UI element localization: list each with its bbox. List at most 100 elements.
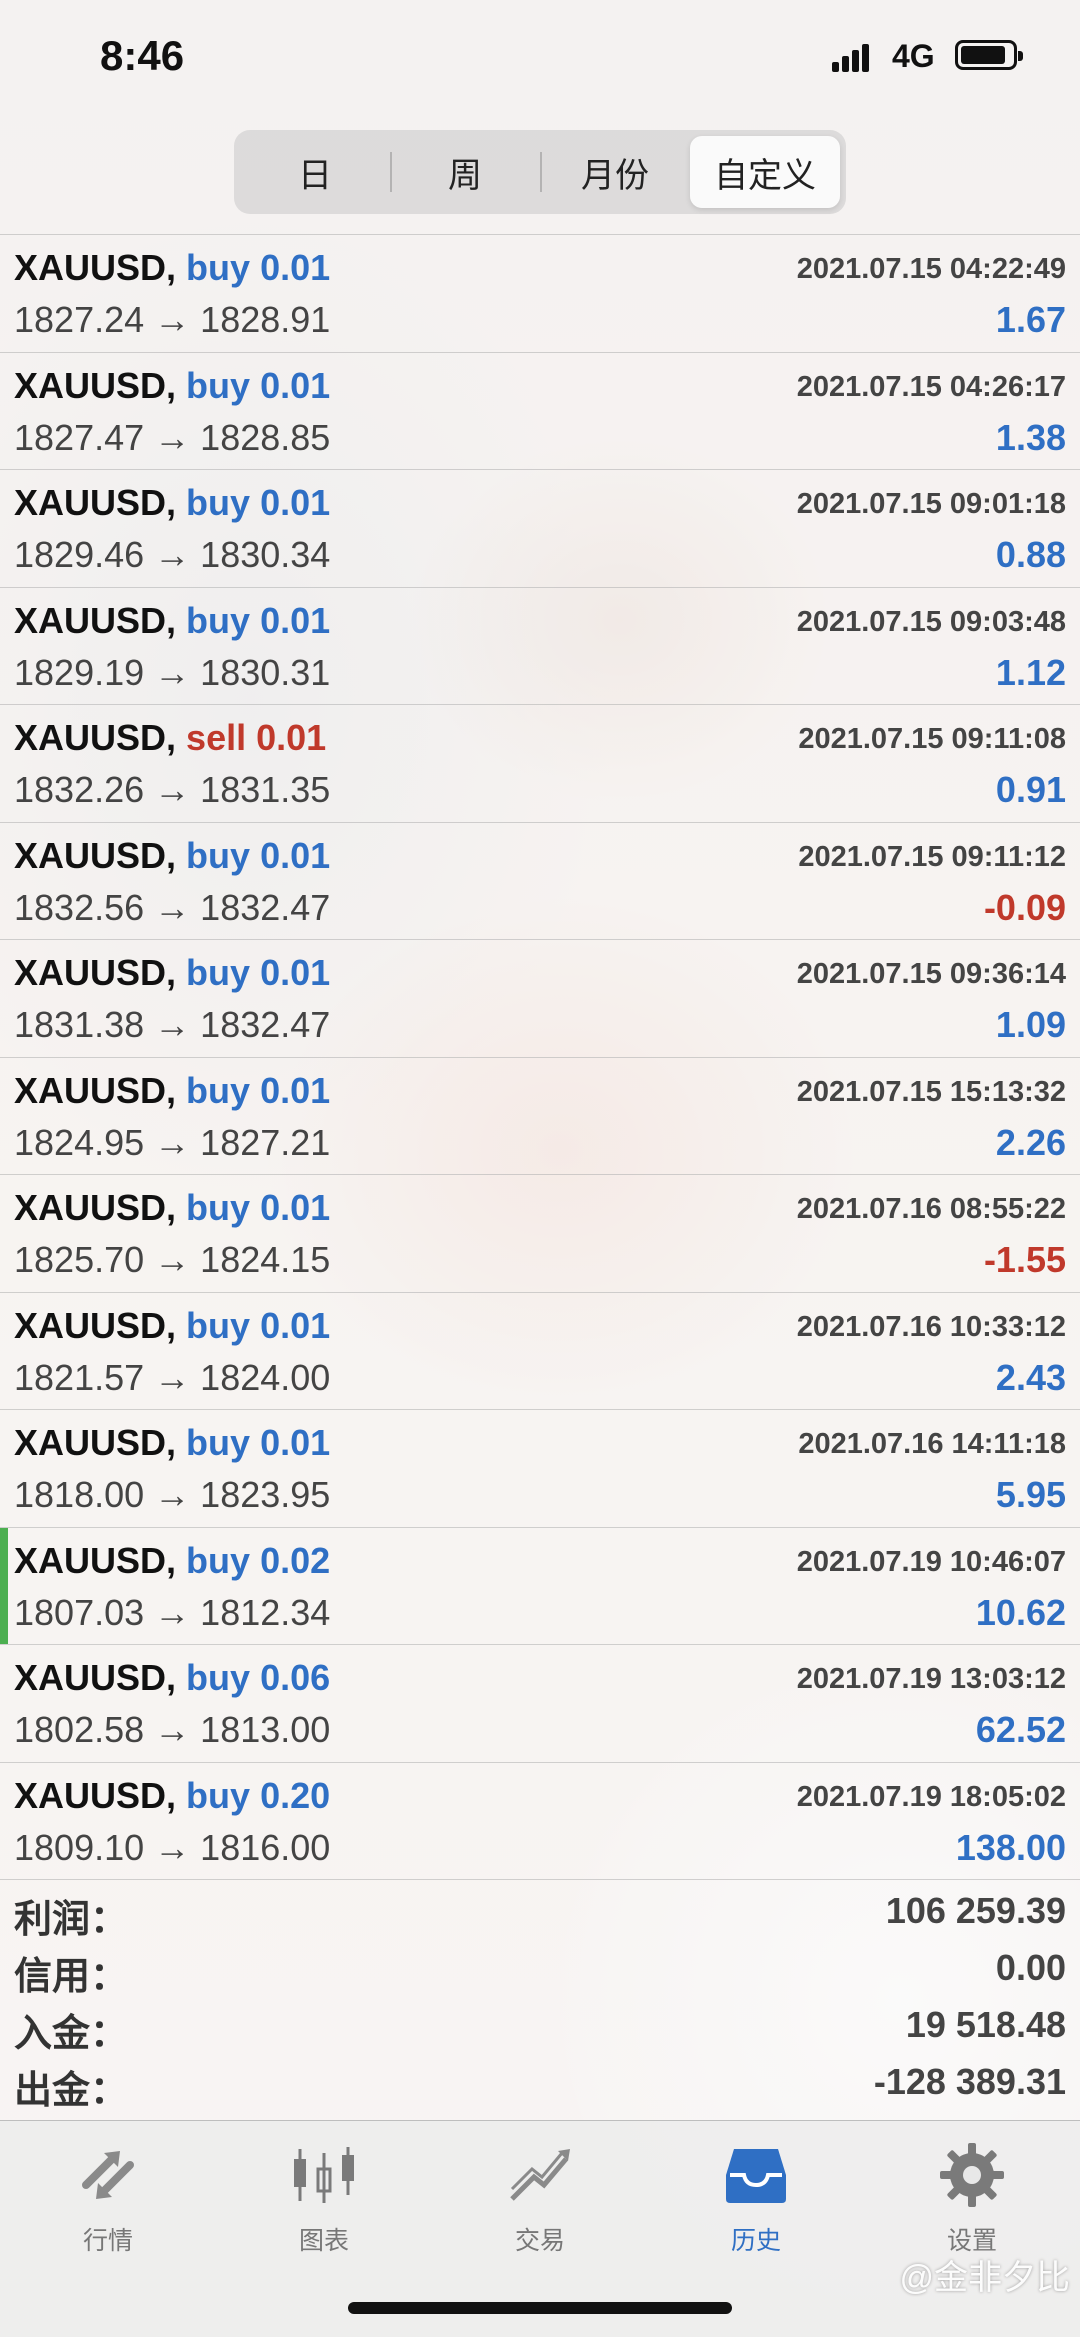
trade-profit: 2.43 bbox=[995, 1356, 1066, 1398]
trade-volume: 0.01 bbox=[260, 1187, 331, 1228]
arrow-icon: → bbox=[154, 1591, 191, 1633]
tab-label: 交易 bbox=[514, 2227, 565, 2255]
summary-value: 106 259.39 bbox=[885, 1890, 1066, 1931]
trade-prices: 1827.24 → 1828.91 bbox=[14, 299, 330, 341]
trade-symbol-line: XAUUSD, buy 0.02 bbox=[14, 1540, 330, 1582]
trade-side: buy bbox=[186, 599, 251, 641]
trade-row[interactable]: XAUUSD, buy 0.01 2021.07.15 09:11:12 1832.… bbox=[0, 823, 1080, 940]
trade-row[interactable]: XAUUSD, buy 0.20 2021.07.19 18:05:02 1809.… bbox=[0, 1763, 1080, 1880]
close-price: 1827.21 bbox=[200, 1121, 331, 1163]
arrow-icon: → bbox=[154, 1709, 191, 1750]
tab-history[interactable]: 历史 bbox=[686, 2139, 826, 2269]
trade-symbol: XAUUSD, bbox=[14, 1187, 177, 1228]
arrow-icon: → bbox=[154, 1356, 191, 1398]
trade-prices: 1807.03 → 1812.34 bbox=[14, 1592, 330, 1634]
history-inbox-icon bbox=[726, 2149, 786, 2203]
trade-prices: 1825.70 → 1824.15 bbox=[14, 1239, 330, 1281]
signal-icon bbox=[832, 44, 872, 72]
trade-profit: 62.52 bbox=[975, 1709, 1066, 1750]
trade-date: 2021.07.15 15:13:32 bbox=[796, 1075, 1066, 1108]
arrow-icon: → bbox=[154, 651, 191, 693]
trade-row[interactable]: XAUUSD, buy 0.01 2021.07.16 10:33:12 1821.… bbox=[0, 1293, 1080, 1410]
trade-row[interactable]: XAUUSD, buy 0.06 2021.07.19 13:03:12 1802.… bbox=[0, 1645, 1080, 1763]
trade-side: buy bbox=[186, 1774, 251, 1816]
summary-label: 利润： bbox=[14, 1899, 129, 1941]
tab-trade[interactable]: 交易 bbox=[470, 2139, 610, 2269]
trade-row[interactable]: XAUUSD, sell 0.01 2021.07.15 09:11:08 1832… bbox=[0, 705, 1080, 823]
trade-side: buy bbox=[186, 1539, 251, 1581]
arrow-icon: → bbox=[154, 886, 191, 928]
gear-icon bbox=[940, 2143, 1004, 2207]
trade-prices: 1809.10 → 1816.00 bbox=[14, 1827, 330, 1869]
trade-profit: 2.26 bbox=[995, 1121, 1066, 1163]
trade-side: buy bbox=[186, 952, 251, 993]
trade-symbol: XAUUSD, bbox=[14, 599, 177, 641]
period-tab-week[interactable]: 周 bbox=[390, 136, 540, 208]
quotes-arrows-icon bbox=[82, 2151, 134, 2199]
summary-row-credit: 信用： 0.00 bbox=[0, 1939, 1080, 1998]
open-price: 1824.95 bbox=[14, 1121, 145, 1163]
arrow-icon: → bbox=[154, 416, 191, 458]
arrow-icon: → bbox=[154, 534, 191, 575]
home-indicator[interactable] bbox=[348, 2302, 732, 2314]
trade-volume: 0.01 bbox=[260, 1422, 331, 1463]
open-price: 1827.24 bbox=[14, 299, 145, 340]
trade-symbol: XAUUSD, bbox=[14, 1069, 177, 1111]
trade-row[interactable]: XAUUSD, buy 0.01 2021.07.15 04:26:17 1827.… bbox=[0, 353, 1080, 470]
open-price: 1827.47 bbox=[14, 416, 145, 458]
trade-side: buy bbox=[186, 1069, 251, 1111]
open-price: 1821.57 bbox=[14, 1356, 145, 1398]
close-price: 1828.91 bbox=[200, 299, 331, 340]
close-price: 1831.35 bbox=[200, 769, 331, 810]
arrow-icon: → bbox=[154, 299, 191, 340]
trade-row[interactable]: XAUUSD, buy 0.01 2021.07.15 15:13:32 1824.… bbox=[0, 1058, 1080, 1175]
trade-prices: 1821.57 → 1824.00 bbox=[14, 1357, 330, 1399]
trade-row[interactable]: XAUUSD, buy 0.02 2021.07.19 10:46:07 1807.… bbox=[0, 1527, 1080, 1645]
close-price: 1828.85 bbox=[200, 416, 331, 458]
trade-volume: 0.01 bbox=[260, 599, 331, 641]
trade-symbol-line: XAUUSD, buy 0.20 bbox=[14, 1775, 330, 1817]
trade-side: buy bbox=[186, 247, 251, 288]
trade-profit: 1.67 bbox=[995, 299, 1066, 340]
open-price: 1829.19 bbox=[14, 651, 145, 693]
trade-symbol-line: XAUUSD, buy 0.01 bbox=[14, 482, 330, 524]
status-time: 8:46 bbox=[100, 32, 185, 79]
trade-row[interactable]: XAUUSD, buy 0.01 2021.07.16 14:11:18 1818.… bbox=[0, 1410, 1080, 1528]
trade-side: buy bbox=[186, 1304, 251, 1346]
open-price: 1818.00 bbox=[14, 1474, 145, 1515]
trade-date: 2021.07.16 14:11:18 bbox=[798, 1428, 1066, 1460]
open-price: 1829.46 bbox=[14, 534, 145, 575]
trade-symbol: XAUUSD, bbox=[14, 364, 177, 406]
trade-row[interactable]: XAUUSD, buy 0.01 2021.07.15 09:36:14 1831.… bbox=[0, 940, 1080, 1058]
trade-symbol-line: XAUUSD, buy 0.06 bbox=[14, 1657, 330, 1699]
trade-side: sell bbox=[186, 717, 247, 758]
trade-symbol: XAUUSD, bbox=[14, 482, 177, 523]
close-price: 1812.34 bbox=[200, 1591, 331, 1633]
trade-profit: 0.88 bbox=[995, 534, 1066, 575]
tab-charts[interactable]: 图表 bbox=[254, 2139, 394, 2269]
period-tab-month[interactable]: 月份 bbox=[540, 136, 690, 208]
trade-row[interactable]: XAUUSD, buy 0.01 2021.07.15 09:03:48 1829.… bbox=[0, 588, 1080, 705]
period-tab-custom[interactable]: 自定义 bbox=[690, 136, 840, 208]
trade-symbol: XAUUSD, bbox=[14, 1422, 177, 1463]
trade-prices: 1827.47 → 1828.85 bbox=[14, 417, 330, 459]
trade-prices: 1802.58 → 1813.00 bbox=[14, 1709, 330, 1751]
trade-side: buy bbox=[186, 834, 251, 876]
trade-row[interactable]: XAUUSD, buy 0.01 2021.07.15 04:22:49 1827.… bbox=[0, 235, 1080, 353]
trade-row[interactable]: XAUUSD, buy 0.01 2021.07.15 09:01:18 1829.… bbox=[0, 470, 1080, 588]
period-tab-day[interactable]: 日 bbox=[240, 136, 390, 208]
summary-value: -128 389.31 bbox=[873, 2061, 1066, 2102]
close-price: 1824.15 bbox=[200, 1239, 331, 1280]
trade-profit: 10.62 bbox=[975, 1591, 1066, 1633]
trade-date: 2021.07.16 10:33:12 bbox=[796, 1310, 1066, 1343]
tab-quotes[interactable]: 行情 bbox=[38, 2139, 178, 2269]
trade-symbol-line: XAUUSD, buy 0.01 bbox=[14, 1187, 330, 1229]
arrow-icon: → bbox=[154, 1474, 191, 1515]
trade-symbol-line: XAUUSD, buy 0.01 bbox=[14, 1070, 330, 1112]
summary-row-deposit: 入金： 19 518.48 bbox=[0, 1996, 1080, 2055]
trade-volume: 0.01 bbox=[260, 834, 331, 876]
trade-symbol-line: XAUUSD, buy 0.01 bbox=[14, 247, 330, 289]
trade-symbol: XAUUSD, bbox=[14, 247, 177, 288]
trade-row[interactable]: XAUUSD, buy 0.01 2021.07.16 08:55:22 1825.… bbox=[0, 1175, 1080, 1293]
close-price: 1813.00 bbox=[200, 1709, 331, 1750]
